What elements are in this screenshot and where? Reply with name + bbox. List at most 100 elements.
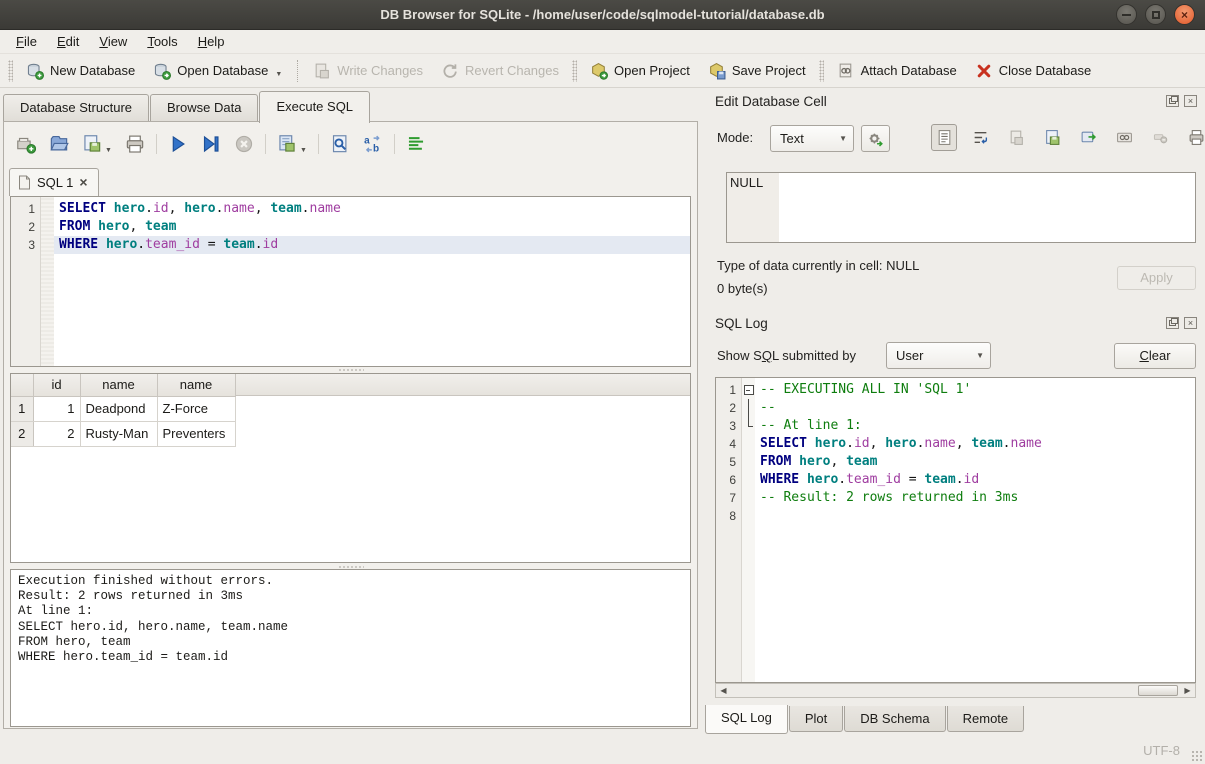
save-results-icon[interactable]: [277, 134, 297, 154]
close-panel-icon[interactable]: ×: [1184, 317, 1197, 329]
log-filter-select[interactable]: User ▼: [886, 342, 991, 369]
mode-select[interactable]: Text ▼: [770, 125, 854, 152]
log-fold-margin[interactable]: [742, 378, 755, 682]
open-project-label: Open Project: [614, 63, 690, 78]
toolbar-handle[interactable]: [572, 60, 577, 82]
word-wrap-icon[interactable]: [967, 124, 993, 151]
log-horizontal-scrollbar[interactable]: ◀ ▶: [715, 683, 1196, 698]
open-in-external-icon[interactable]: [1111, 124, 1137, 151]
line-number: 7: [716, 489, 736, 507]
dock-tab-db-schema[interactable]: DB Schema: [844, 706, 945, 732]
save-results-dropdown-icon[interactable]: ▼: [300, 147, 307, 156]
row-header[interactable]: 1: [11, 396, 33, 421]
row-header[interactable]: 2: [11, 421, 33, 446]
table-cell[interactable]: Rusty-Man: [80, 421, 157, 446]
find-replace-icon[interactable]: ab: [363, 134, 383, 154]
sql-editor[interactable]: 123 SELECT hero.id, hero.name, team.name…: [10, 196, 691, 367]
column-header[interactable]: name: [157, 374, 235, 396]
scroll-left-icon[interactable]: ◀: [716, 684, 731, 697]
open-sql-tab-icon[interactable]: [16, 134, 36, 154]
print-cell-icon[interactable]: [1183, 124, 1205, 151]
encoding-indicator[interactable]: UTF-8: [1143, 743, 1180, 758]
sql-editor-text[interactable]: SELECT hero.id, hero.name, team.nameFROM…: [54, 197, 690, 366]
find-icon[interactable]: [330, 134, 350, 154]
save-as-new-icon[interactable]: [1075, 124, 1101, 151]
dock-tab-remote[interactable]: Remote: [947, 706, 1025, 732]
sql-document-icon: [18, 175, 31, 190]
tab-database-structure[interactable]: Database Structure: [3, 94, 149, 122]
table-row[interactable]: 11DeadpondZ-Force: [11, 396, 235, 421]
scroll-thumb[interactable]: [1138, 685, 1178, 696]
sql-tab-close-icon[interactable]: ×: [79, 176, 87, 188]
results-corner-header[interactable]: [11, 374, 33, 396]
close-panel-icon[interactable]: ×: [1184, 95, 1197, 107]
scroll-track[interactable]: [731, 684, 1180, 697]
scroll-right-icon[interactable]: ▶: [1180, 684, 1195, 697]
gear-icon: [867, 130, 885, 148]
apply-button[interactable]: Apply: [1117, 266, 1196, 290]
editor-results-splitter[interactable]: [4, 367, 697, 372]
revert-changes-button[interactable]: Revert Changes: [432, 58, 568, 84]
table-cell[interactable]: 2: [33, 421, 80, 446]
menu-view[interactable]: View: [89, 30, 137, 53]
dock-tab-plot[interactable]: Plot: [789, 706, 843, 732]
line-number: 3: [716, 417, 736, 435]
open-sql-file-icon[interactable]: [49, 134, 69, 154]
execute-all-icon[interactable]: [168, 134, 188, 154]
fold-marker-icon[interactable]: [742, 381, 755, 399]
line-number: 8: [716, 507, 736, 525]
results-table[interactable]: idnamename 11DeadpondZ-Force22Rusty-ManP…: [11, 374, 236, 447]
save-sql-file-icon[interactable]: [82, 134, 102, 154]
open-database-dropdown-icon[interactable]: ▼: [275, 71, 282, 80]
sql-toolbar-separator: [265, 134, 266, 154]
toolbar-handle[interactable]: [819, 60, 824, 82]
save-sql-dropdown-icon[interactable]: ▼: [105, 147, 112, 156]
open-project-button[interactable]: Open Project: [581, 58, 699, 84]
execute-line-icon[interactable]: [201, 134, 221, 154]
resize-grip-icon[interactable]: [1191, 750, 1202, 761]
write-changes-button[interactable]: Write Changes: [304, 58, 432, 84]
minimize-icon[interactable]: [1116, 4, 1137, 25]
float-panel-icon[interactable]: [1166, 95, 1179, 107]
cell-value-area[interactable]: [779, 173, 1195, 242]
mode-label: Mode:: [717, 130, 753, 145]
cell-value-editor[interactable]: NULL: [726, 172, 1196, 243]
dock-tab-sql-log[interactable]: SQL Log: [705, 705, 788, 734]
table-row[interactable]: 22Rusty-ManPreventers: [11, 421, 235, 446]
close-database-button[interactable]: Close Database: [966, 58, 1101, 84]
import-cell-data-icon[interactable]: [1003, 124, 1029, 151]
menu-edit[interactable]: Edit: [47, 30, 89, 53]
menu-help[interactable]: Help: [188, 30, 235, 53]
table-cell[interactable]: Deadpond: [80, 396, 157, 421]
tab-browse-data[interactable]: Browse Data: [150, 94, 258, 122]
save-project-button[interactable]: Save Project: [699, 58, 815, 84]
menu-file[interactable]: File: [6, 30, 47, 53]
print-sql-icon[interactable]: [125, 134, 145, 154]
menubar: File Edit View Tools Help: [0, 30, 1205, 54]
maximize-icon[interactable]: [1145, 4, 1166, 25]
sql-1-tab[interactable]: SQL 1 ×: [9, 168, 99, 196]
table-cell[interactable]: Preventers: [157, 421, 235, 446]
toolbar-handle[interactable]: [8, 60, 13, 82]
format-sql-icon[interactable]: [406, 134, 426, 154]
clear-log-button[interactable]: Clear: [1114, 343, 1196, 369]
open-database-button[interactable]: Open Database ▼: [144, 58, 291, 84]
attach-database-button[interactable]: Attach Database: [828, 58, 966, 84]
menu-tools[interactable]: Tools: [137, 30, 187, 53]
float-panel-icon[interactable]: [1166, 317, 1179, 329]
text-mode-icon[interactable]: [931, 124, 957, 151]
titlebar[interactable]: DB Browser for SQLite - /home/user/code/…: [0, 0, 1205, 30]
sql-toolbar-separator: [394, 134, 395, 154]
column-header[interactable]: id: [33, 374, 80, 396]
new-database-button[interactable]: New Database: [17, 58, 144, 84]
set-null-icon[interactable]: [1147, 124, 1173, 151]
column-header[interactable]: name: [80, 374, 157, 396]
set-default-mode-button[interactable]: [861, 125, 890, 152]
tab-execute-sql[interactable]: Execute SQL: [259, 91, 370, 123]
close-icon[interactable]: ×: [1174, 4, 1195, 25]
new-database-icon: [26, 62, 44, 80]
table-cell[interactable]: 1: [33, 396, 80, 421]
table-cell[interactable]: Z-Force: [157, 396, 235, 421]
stop-execution-icon[interactable]: [234, 134, 254, 154]
export-cell-data-icon[interactable]: [1039, 124, 1065, 151]
